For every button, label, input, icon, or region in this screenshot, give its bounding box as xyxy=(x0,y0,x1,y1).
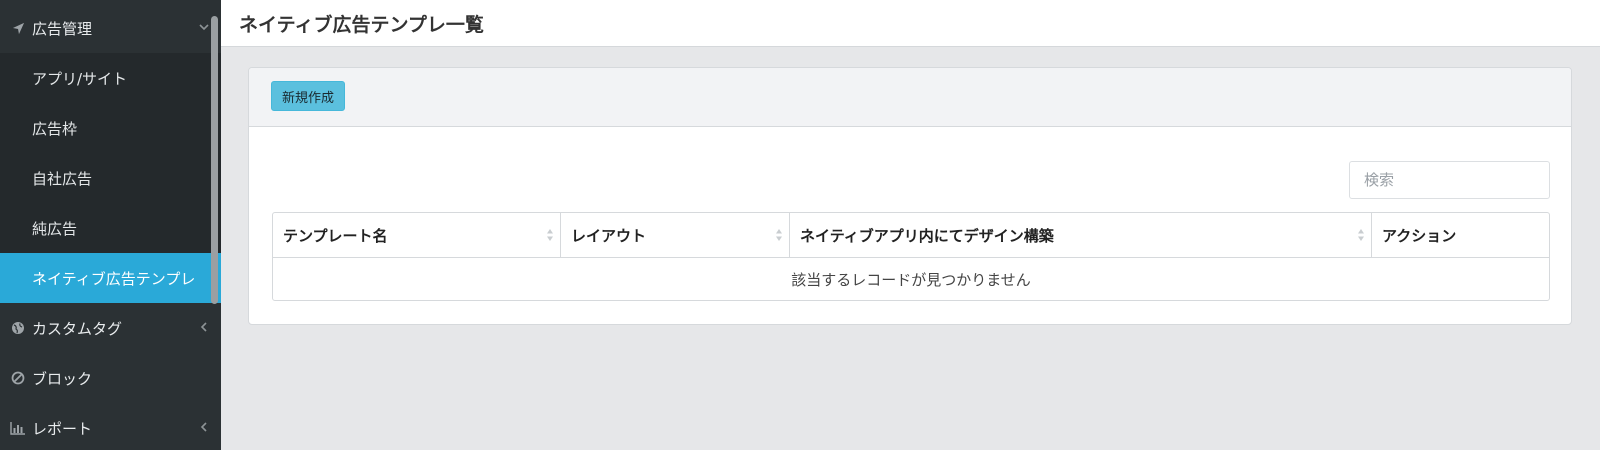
globe-icon xyxy=(10,320,26,336)
column-label: テンプレート名 xyxy=(283,227,388,245)
sidebar-item-label: アプリ/サイト xyxy=(32,69,128,88)
sidebar-item-label: ブロック xyxy=(32,369,93,388)
column-header-actions: アクション xyxy=(1372,213,1549,258)
sidebar-item-block[interactable]: ブロック xyxy=(0,353,221,403)
location-arrow-icon xyxy=(10,20,26,36)
sidebar-item-label: 純広告 xyxy=(32,219,78,238)
column-label: レイアウト xyxy=(571,227,647,245)
sidebar-item-house-ads[interactable]: 自社広告 xyxy=(0,153,221,203)
sidebar-item-custom-tags[interactable]: カスタムタグ xyxy=(0,303,221,353)
ban-icon xyxy=(10,370,26,386)
sidebar-item-label: 自社広告 xyxy=(32,169,93,188)
content-panel: 新規作成 テンプレート名 レイアウト ネイティブアプリ内にてデザイン構築 アクシ… xyxy=(248,67,1572,325)
page-title: ネイティブ広告テンプレ一覧 xyxy=(239,14,484,36)
sidebar-item-label: 広告枠 xyxy=(32,119,78,138)
sidebar-item-ad-management[interactable]: 広告管理 xyxy=(0,3,221,53)
sort-icon xyxy=(547,229,553,241)
page-header: ネイティブ広告テンプレ一覧 xyxy=(221,0,1600,47)
sidebar-item-label: 広告管理 xyxy=(32,19,93,38)
table-header: テンプレート名 レイアウト ネイティブアプリ内にてデザイン構築 アクション xyxy=(273,213,1549,258)
new-create-button[interactable]: 新規作成 xyxy=(271,81,345,111)
sidebar-item-reports[interactable]: レポート xyxy=(0,403,221,450)
templates-table: テンプレート名 レイアウト ネイティブアプリ内にてデザイン構築 アクション 該当… xyxy=(272,212,1550,301)
sort-icon xyxy=(1358,229,1364,241)
chevron-left-icon xyxy=(200,422,207,432)
sidebar-item-ad-slots[interactable]: 広告枠 xyxy=(0,103,221,153)
sidebar-item-native-templates[interactable]: ネイティブ広告テンプレ xyxy=(0,253,221,303)
chevron-left-icon xyxy=(200,322,207,332)
sidebar: 広告管理 アプリ/サイト 広告枠 自社広告 純広告 ネイティブ広告テンプレ カス… xyxy=(0,0,221,450)
search-input[interactable] xyxy=(1349,161,1550,199)
sort-icon xyxy=(776,229,782,241)
column-header-template-name[interactable]: テンプレート名 xyxy=(273,213,561,258)
sidebar-item-label: レポート xyxy=(32,419,93,438)
sidebar-item-apps-sites[interactable]: アプリ/サイト xyxy=(0,53,221,103)
empty-table-message: 該当するレコードが見つかりません xyxy=(791,271,1031,289)
panel-header: 新規作成 xyxy=(249,68,1571,127)
column-label: アクション xyxy=(1382,227,1457,245)
column-header-native-design[interactable]: ネイティブアプリ内にてデザイン構築 xyxy=(790,213,1372,258)
column-header-layout[interactable]: レイアウト xyxy=(561,213,790,258)
sidebar-item-label: カスタムタグ xyxy=(32,319,123,338)
column-label: ネイティブアプリ内にてデザイン構築 xyxy=(800,227,1054,245)
sidebar-scrollbar[interactable] xyxy=(211,16,218,304)
sidebar-item-label: ネイティブ広告テンプレ xyxy=(32,269,196,288)
bar-chart-icon xyxy=(10,420,26,436)
sidebar-item-direct-ads[interactable]: 純広告 xyxy=(0,203,221,253)
chevron-down-icon xyxy=(199,24,209,31)
